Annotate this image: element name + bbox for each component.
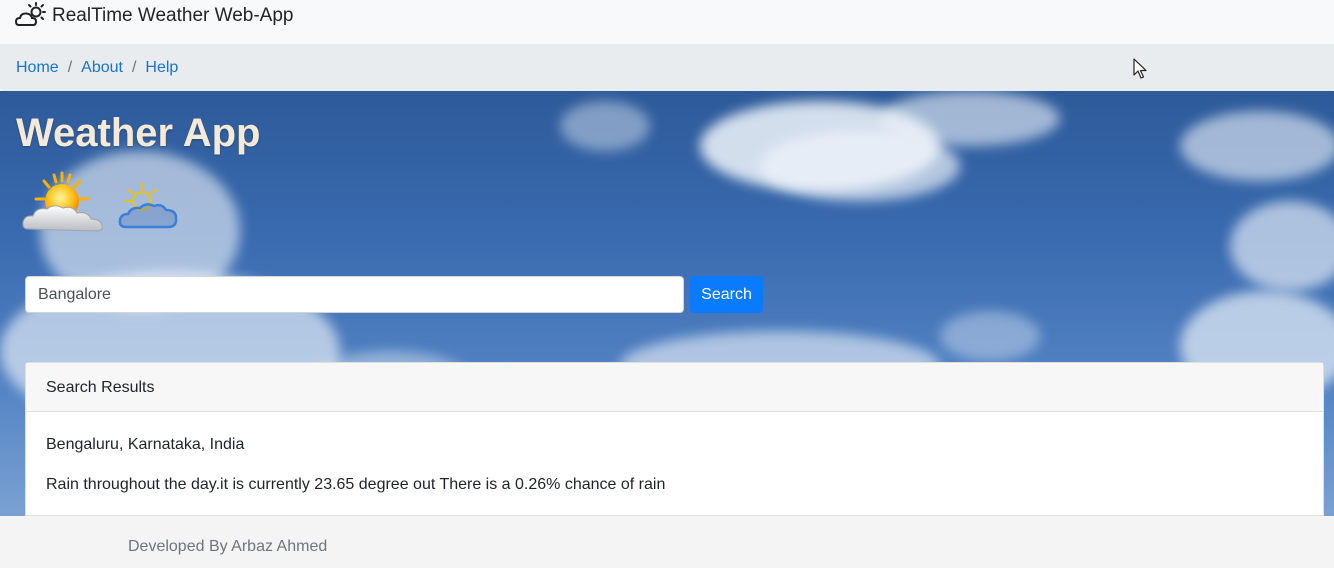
brand-title[interactable]: RealTime Weather Web-App	[52, 5, 293, 27]
footer: Developed By Arbaz Ahmed	[0, 516, 1334, 568]
breadcrumb-about-link[interactable]: About	[81, 59, 123, 77]
result-location: Bengaluru, Karnataka, India	[46, 436, 245, 453]
sky-background: Weather App Bangalore Search Search Resu…	[0, 91, 1334, 516]
app-title: Weather App	[16, 111, 261, 155]
search-results-header: Search Results	[26, 363, 1323, 412]
breadcrumb-help-link[interactable]: Help	[145, 59, 178, 77]
result-summary: Rain throughout the day.it is currently …	[46, 476, 666, 493]
search-input[interactable]	[25, 276, 684, 313]
search-button[interactable]: Search	[690, 276, 763, 313]
breadcrumb-home-link[interactable]: Home	[16, 59, 59, 77]
partly-cloudy-icon	[118, 183, 178, 229]
footer-credit: Developed By Arbaz Ahmed	[128, 538, 328, 555]
mouse-cursor-icon	[1133, 58, 1147, 79]
sunny-cloud-icon	[22, 171, 103, 232]
search-results-card: Search Results Bengaluru, Karnataka, Ind…	[25, 362, 1324, 516]
sun-cloud-icon[interactable]	[15, 1, 47, 29]
breadcrumb-separator: /	[67, 59, 73, 76]
top-navbar: RealTime Weather Web-App	[0, 0, 1334, 44]
breadcrumb-separator: /	[131, 59, 137, 76]
